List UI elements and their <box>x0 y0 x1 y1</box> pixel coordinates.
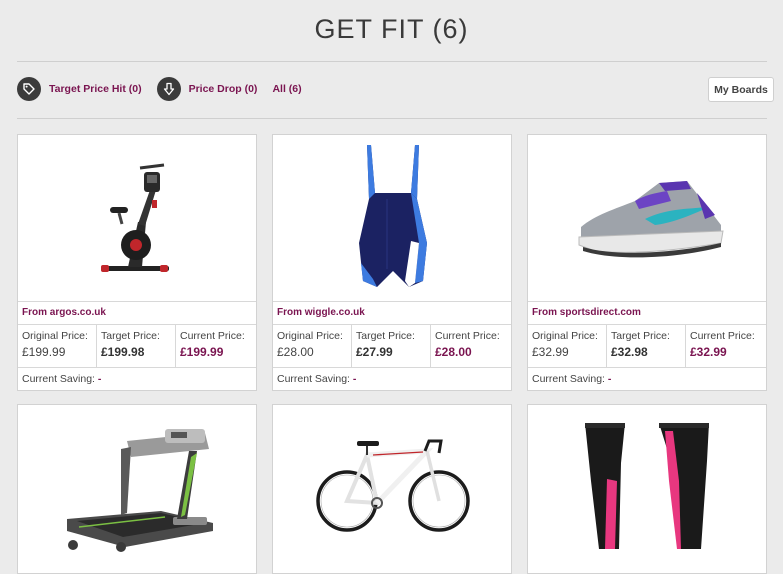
original-price-cell: Original Price: £28.00 <box>273 325 352 367</box>
filter-bar: Target Price Hit (0) Price Drop (0) All … <box>17 76 302 102</box>
product-image-road-bike[interactable] <box>273 405 511 571</box>
current-price-label: Current Price: <box>435 330 500 342</box>
original-price-label: Original Price: <box>22 330 88 342</box>
original-price-label: Original Price: <box>532 330 598 342</box>
product-card[interactable]: From sportsdirect.com Original Price: £3… <box>527 134 767 391</box>
target-price-cell: Target Price: £27.99 <box>352 325 431 367</box>
current-saving-label: Current Saving: <box>532 373 605 385</box>
target-price-value: £27.99 <box>356 345 393 359</box>
price-row: Original Price: £32.99 Target Price: £32… <box>528 325 766 368</box>
target-price-value: £199.98 <box>101 345 145 359</box>
product-card[interactable]: From argos.co.uk Original Price: £199.99… <box>17 134 257 391</box>
product-image-leggings[interactable] <box>528 405 766 571</box>
divider <box>17 118 767 119</box>
target-price-label: Target Price: <box>611 330 670 342</box>
product-card[interactable] <box>17 404 257 574</box>
current-price-cell: Current Price: £32.99 <box>686 325 765 367</box>
filter-label: All (6) <box>272 83 302 95</box>
product-card[interactable] <box>527 404 767 574</box>
current-price-label: Current Price: <box>180 330 245 342</box>
original-price-cell: Original Price: £32.99 <box>528 325 607 367</box>
tag-icon <box>17 77 41 101</box>
current-saving-label: Current Saving: <box>22 373 95 385</box>
product-card[interactable] <box>272 404 512 574</box>
product-card[interactable]: From wiggle.co.uk Original Price: £28.00… <box>272 134 512 391</box>
current-saving-label: Current Saving: <box>277 373 350 385</box>
original-price-label: Original Price: <box>277 330 343 342</box>
my-boards-button[interactable]: My Boards <box>708 77 774 102</box>
original-price-cell: Original Price: £199.99 <box>18 325 97 367</box>
original-price-value: £28.00 <box>277 345 314 359</box>
current-saving: Current Saving: - <box>528 368 766 390</box>
current-price-label: Current Price: <box>690 330 755 342</box>
product-image-treadmill[interactable] <box>18 405 256 571</box>
filter-target-price-hit[interactable]: Target Price Hit (0) <box>17 77 142 101</box>
current-saving-value: - <box>607 373 612 385</box>
page-title: GET FIT (6) <box>314 14 469 44</box>
target-price-cell: Target Price: £199.98 <box>97 325 176 367</box>
target-price-value: £32.98 <box>611 345 648 359</box>
current-price-value: £28.00 <box>435 345 472 359</box>
current-price-cell: Current Price: £28.00 <box>431 325 510 367</box>
product-image-running-shoe[interactable] <box>528 135 766 302</box>
target-price-cell: Target Price: £32.98 <box>607 325 686 367</box>
retailer-link[interactable]: From wiggle.co.uk <box>273 302 511 325</box>
price-row: Original Price: £28.00 Target Price: £27… <box>273 325 511 368</box>
arrow-down-icon <box>156 77 181 101</box>
target-price-label: Target Price: <box>101 330 160 342</box>
original-price-value: £32.99 <box>532 345 569 359</box>
current-saving-value: - <box>97 373 102 385</box>
filter-label: Price Drop (0) <box>188 83 258 95</box>
product-image-swimsuit[interactable] <box>273 135 511 302</box>
current-saving: Current Saving: - <box>18 368 256 390</box>
current-price-cell: Current Price: £199.99 <box>176 325 255 367</box>
current-price-value: £199.99 <box>180 345 224 359</box>
retailer-link[interactable]: From argos.co.uk <box>18 302 256 325</box>
filter-price-drop[interactable]: Price Drop (0) <box>156 77 258 101</box>
current-saving-value: - <box>352 373 357 385</box>
current-saving: Current Saving: - <box>273 368 511 390</box>
original-price-value: £199.99 <box>22 345 66 359</box>
target-price-label: Target Price: <box>356 330 415 342</box>
price-row: Original Price: £199.99 Target Price: £1… <box>18 325 256 368</box>
product-image-exercise-bike[interactable] <box>18 135 256 302</box>
current-price-value: £32.99 <box>690 345 727 359</box>
filter-label: Target Price Hit (0) <box>49 83 142 95</box>
retailer-link[interactable]: From sportsdirect.com <box>528 302 766 325</box>
divider <box>17 61 767 62</box>
filter-all[interactable]: All (6) <box>272 83 301 95</box>
